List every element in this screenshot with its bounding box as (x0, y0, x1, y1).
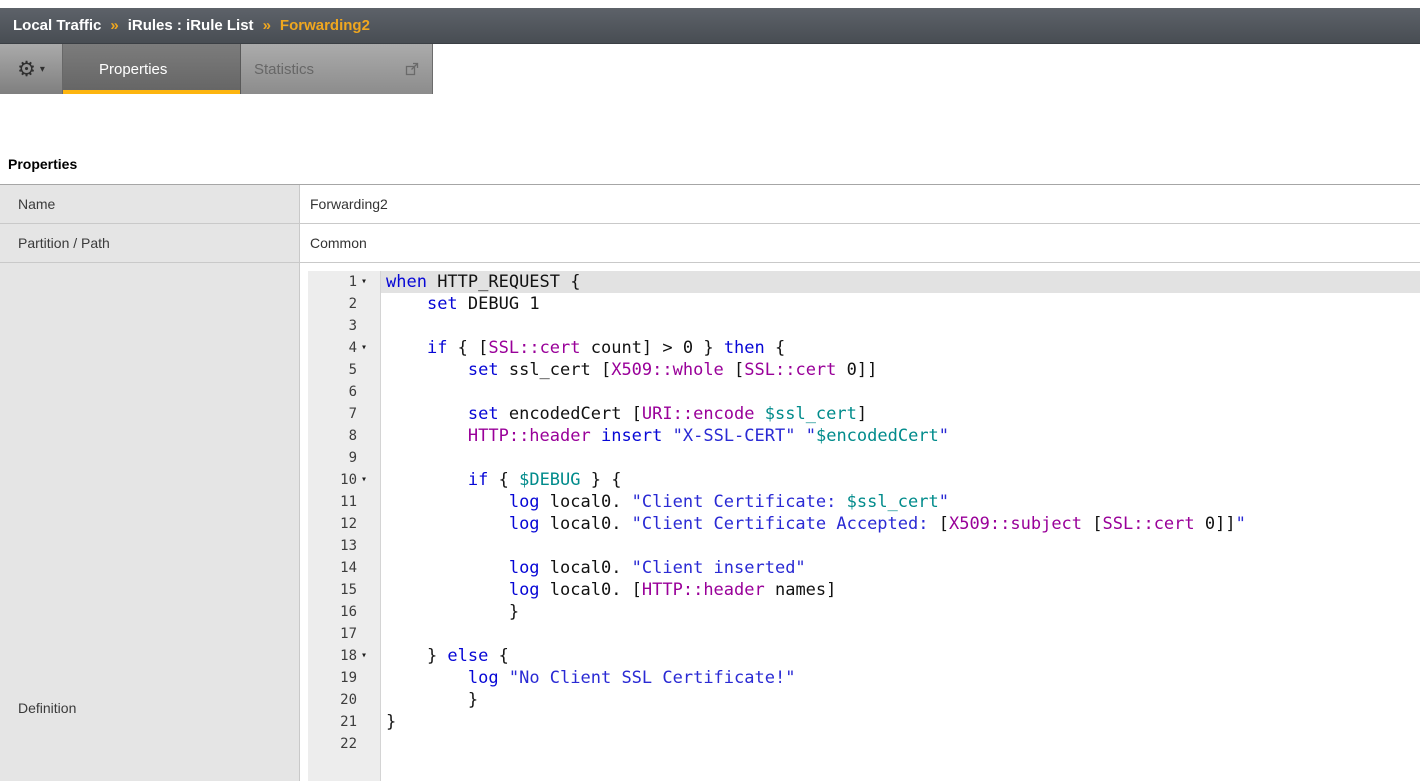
code-line: log "No Client SSL Certificate!" (381, 667, 1420, 689)
line-number: 14 (308, 557, 380, 579)
code-line: } (381, 601, 1420, 623)
code-line: log local0. [HTTP::header names] (381, 579, 1420, 601)
fold-arrow-icon[interactable]: ▾ (357, 337, 371, 359)
row-label-name: Name (0, 185, 300, 223)
row-label-partition-path: Partition / Path (0, 224, 300, 262)
code-line: HTTP::header insert "X-SSL-CERT" "$encod… (381, 425, 1420, 447)
row-value-name: Forwarding2 (300, 185, 1420, 223)
line-number: 10▾ (308, 469, 380, 491)
line-number: 16 (308, 601, 380, 623)
gear-menu-button[interactable]: ⚙ ▾ (0, 44, 63, 94)
chevron-down-icon: ▾ (40, 64, 45, 75)
line-number: 7 (308, 403, 380, 425)
code-line (381, 447, 1420, 469)
line-number: 15 (308, 579, 380, 601)
page: Local Traffic » iRules : iRule List » Fo… (0, 0, 1420, 781)
row-value-definition: 1▾234▾5678910▾1112131415161718▾19202122 … (300, 263, 1420, 781)
gear-icon: ⚙ (17, 59, 36, 80)
line-number: 21 (308, 711, 380, 733)
breadcrumb-separator-icon: » (110, 17, 118, 34)
line-number: 18▾ (308, 645, 380, 667)
code-line: if { [SSL::cert count] > 0 } then { (381, 337, 1420, 359)
line-number: 19 (308, 667, 380, 689)
breadcrumb-separator-icon: » (263, 17, 271, 34)
code-line: set encodedCert [URI::encode $ssl_cert] (381, 403, 1420, 425)
line-number: 6 (308, 381, 380, 403)
tab-bar: ⚙ ▾ Properties Statistics (0, 44, 433, 94)
tab-statistics[interactable]: Statistics (241, 44, 433, 94)
code-line (381, 623, 1420, 645)
page-title: Properties (8, 156, 77, 172)
table-row-definition: Definition 1▾234▾5678910▾111213141516171… (0, 263, 1420, 781)
table-row-name: Name Forwarding2 (0, 185, 1420, 224)
row-value-partition-path: Common (300, 224, 1420, 262)
line-number: 9 (308, 447, 380, 469)
fold-arrow-icon[interactable]: ▾ (357, 645, 371, 667)
breadcrumb-current-page: Forwarding2 (280, 17, 370, 34)
editor-code[interactable]: when HTTP_REQUEST { set DEBUG 1 if { [SS… (381, 271, 1420, 781)
breadcrumb-link-irule-list[interactable]: iRules : iRule List (128, 17, 254, 34)
code-line (381, 381, 1420, 403)
code-line (381, 535, 1420, 557)
code-line: } (381, 689, 1420, 711)
row-label-definition: Definition (0, 263, 300, 781)
properties-table: Name Forwarding2 Partition / Path Common… (0, 184, 1420, 781)
editor-gutter: 1▾234▾5678910▾1112131415161718▾19202122 (308, 271, 381, 781)
code-line (381, 315, 1420, 337)
code-line: set DEBUG 1 (381, 293, 1420, 315)
line-number: 11 (308, 491, 380, 513)
table-row-partition-path: Partition / Path Common (0, 224, 1420, 263)
irule-definition-editor[interactable]: 1▾234▾5678910▾1112131415161718▾19202122 … (308, 271, 1420, 781)
line-number: 8 (308, 425, 380, 447)
line-number: 20 (308, 689, 380, 711)
code-line: if { $DEBUG } { (381, 469, 1420, 491)
line-number: 1▾ (308, 271, 380, 293)
code-line: log local0. "Client inserted" (381, 557, 1420, 579)
fold-arrow-icon[interactable]: ▾ (357, 271, 371, 293)
line-number: 17 (308, 623, 380, 645)
line-number: 12 (308, 513, 380, 535)
popout-icon[interactable] (405, 62, 419, 76)
code-line (381, 733, 1420, 755)
line-number: 5 (308, 359, 380, 381)
fold-arrow-icon[interactable]: ▾ (357, 469, 371, 491)
tab-statistics-label: Statistics (254, 61, 314, 78)
tab-properties[interactable]: Properties (63, 44, 241, 94)
code-line: set ssl_cert [X509::whole [SSL::cert 0]] (381, 359, 1420, 381)
breadcrumb-link-local-traffic[interactable]: Local Traffic (13, 17, 101, 34)
code-line: log local0. "Client Certificate Accepted… (381, 513, 1420, 535)
breadcrumb: Local Traffic » iRules : iRule List » Fo… (0, 8, 1420, 44)
code-line: } else { (381, 645, 1420, 667)
code-line: log local0. "Client Certificate: $ssl_ce… (381, 491, 1420, 513)
tab-properties-label: Properties (99, 61, 167, 78)
line-number: 3 (308, 315, 380, 337)
code-line: when HTTP_REQUEST { (381, 271, 1420, 293)
line-number: 22 (308, 733, 380, 755)
line-number: 4▾ (308, 337, 380, 359)
line-number: 2 (308, 293, 380, 315)
line-number: 13 (308, 535, 380, 557)
code-line: } (381, 711, 1420, 733)
